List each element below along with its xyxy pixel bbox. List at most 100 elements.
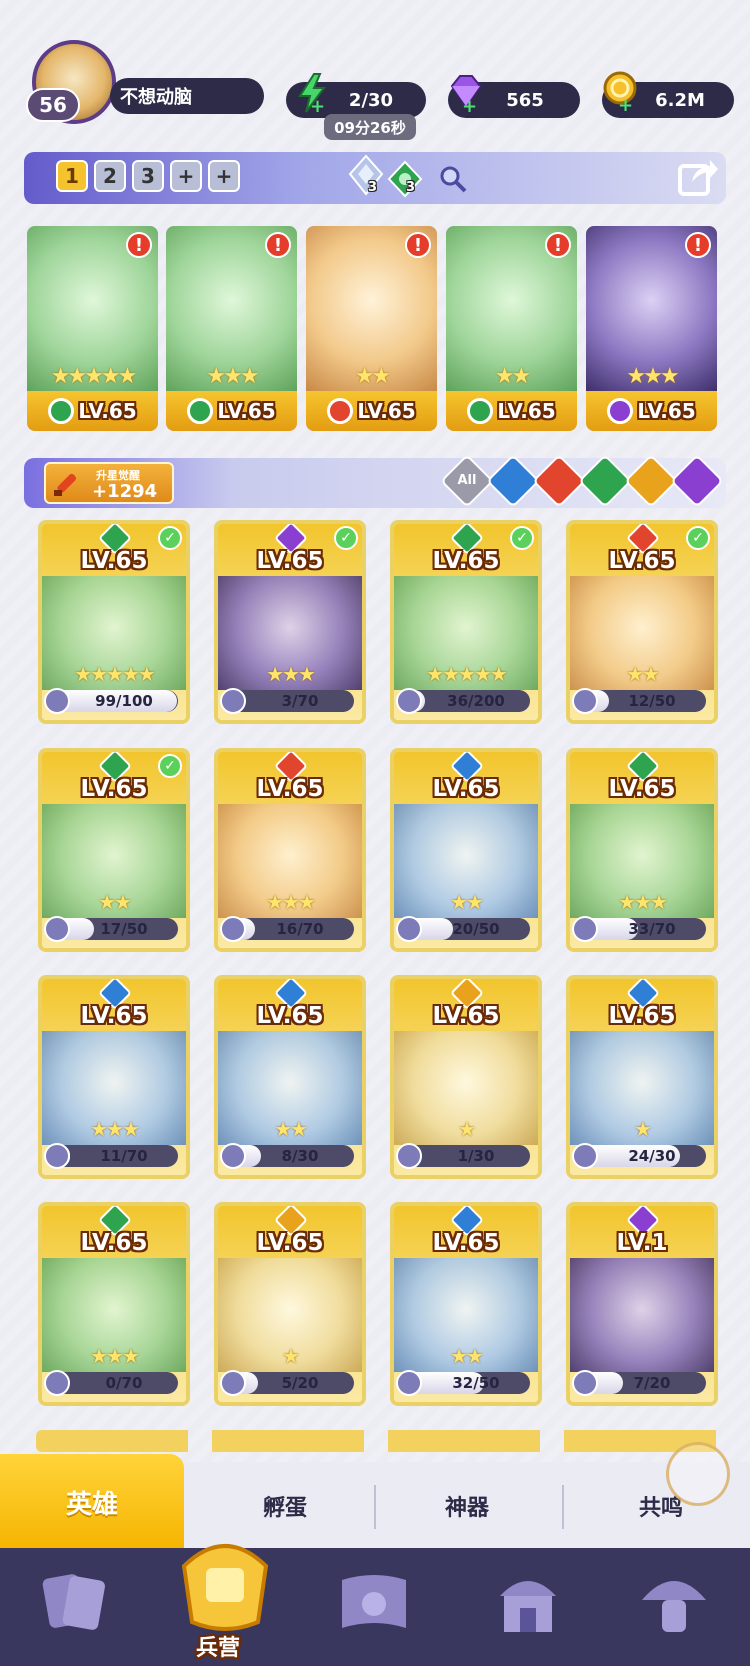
lineup-hero-card[interactable]: ! ★★★★★ LV.65	[27, 226, 158, 431]
hero-card[interactable]: ✓ LV.65 ★★★ 3/70	[214, 520, 366, 724]
svg-text:+: +	[462, 96, 477, 114]
star-rating: ★	[458, 1117, 476, 1141]
awaken-button[interactable]: 升星觉醒 +1294	[44, 462, 174, 504]
shard-icon	[220, 1143, 246, 1169]
team-slot-add-1[interactable]: +	[170, 160, 202, 192]
sword-icon	[54, 473, 77, 496]
hero-card[interactable]: LV.65 ★ 5/20	[214, 1202, 366, 1406]
fire-element-icon	[327, 398, 354, 424]
shard-icon	[572, 916, 598, 942]
gem-icon: +	[450, 75, 482, 114]
hero-level: LV.65	[78, 399, 137, 423]
star-rating: ★★★	[626, 364, 679, 389]
nav-book-icon[interactable]	[334, 1562, 414, 1642]
team-slot-3[interactable]: 3	[132, 160, 164, 192]
nav-temple-icon[interactable]	[488, 1562, 568, 1642]
shard-icon	[44, 1143, 70, 1169]
shard-icon	[220, 916, 246, 942]
hero-level: LV.65	[80, 1003, 148, 1029]
alert-icon: !	[405, 232, 431, 258]
player-name: 不想动脑	[120, 87, 192, 108]
player-level-badge: 56	[26, 88, 80, 122]
hero-card[interactable]: LV.65 ★★ 8/30	[214, 975, 366, 1179]
lineup-hero-card[interactable]: ! ★★ LV.65	[306, 226, 437, 431]
hero-card[interactable]: ✓ LV.65 ★★ 17/50	[38, 748, 190, 952]
dark-element-icon	[607, 398, 634, 424]
share-icon[interactable]	[676, 156, 720, 200]
star-rating: ★★	[274, 1117, 308, 1141]
team-buff-nature-icon[interactable]	[386, 160, 424, 198]
nav-cards-icon[interactable]	[36, 1562, 116, 1642]
star-rating: ★★★	[266, 662, 316, 686]
nature-element-icon	[467, 398, 494, 424]
team-slot-2[interactable]: 2	[94, 160, 126, 192]
team-buff-light-icon[interactable]	[346, 154, 386, 200]
tab-artifacts[interactable]: 神器	[392, 1462, 542, 1550]
awaken-value: +1294	[92, 481, 158, 502]
hero-card[interactable]: LV.65 ★★★ 0/70	[38, 1202, 190, 1406]
nav-barracks[interactable]: 兵营	[166, 1526, 284, 1666]
shard-icon	[396, 916, 422, 942]
hero-level: LV.65	[256, 1230, 324, 1256]
shard-icon	[44, 916, 70, 942]
player-name-plate[interactable]: 不想动脑	[110, 78, 264, 114]
hero-card[interactable]: LV.65 ★★★ 16/70	[214, 748, 366, 952]
star-rating: ★★★	[90, 1117, 140, 1141]
shard-icon	[44, 1370, 70, 1396]
alert-icon: !	[126, 232, 152, 258]
tab-heroes[interactable]: 英雄	[0, 1454, 184, 1550]
check-icon: ✓	[510, 526, 534, 550]
shard-icon	[220, 1370, 246, 1396]
hero-card[interactable]: ✓ LV.65 ★★★★★ 99/100	[38, 520, 190, 724]
alert-icon: !	[545, 232, 571, 258]
magnifier-icon[interactable]	[438, 164, 468, 194]
check-icon: ✓	[686, 526, 710, 550]
star-rating: ★	[634, 1117, 652, 1141]
sub-tab-divider	[562, 1485, 564, 1529]
star-rating: ★	[282, 1344, 300, 1368]
hero-card[interactable]: LV.65 ★★★ 33/70	[566, 748, 718, 952]
hero-level: LV.65	[357, 399, 416, 423]
team-slot-add-2[interactable]: +	[208, 160, 240, 192]
floating-assist-button[interactable]	[666, 1442, 730, 1506]
team-slot-1[interactable]: 1	[56, 160, 88, 192]
gold-coin-icon: +	[603, 71, 637, 112]
hero-row-peek	[36, 1430, 726, 1452]
star-rating: ★★★	[206, 364, 259, 389]
lineup-hero-card[interactable]: ! ★★★ LV.65	[586, 226, 717, 431]
energy-timer: 09分26秒	[324, 114, 416, 140]
star-rating: ★★	[354, 364, 391, 389]
hero-card[interactable]: LV.65 ★★ 20/50	[390, 748, 542, 952]
hero-card[interactable]: ✓ LV.65 ★★★★★ 36/200	[390, 520, 542, 724]
lineup-hero-card[interactable]: ! ★★★ LV.65	[166, 226, 297, 431]
energy-icon: +	[298, 73, 326, 114]
svg-text:+: +	[618, 95, 633, 112]
star-rating: ★★★	[618, 890, 668, 914]
team-buff-light-count: 3	[368, 180, 378, 195]
nav-mushroom-icon[interactable]	[634, 1562, 714, 1642]
hero-level: LV.1	[616, 1230, 668, 1256]
lineup-level-bar: LV.65	[586, 391, 717, 431]
nature-element-icon	[48, 398, 75, 424]
hero-card[interactable]: LV.1 7/20	[566, 1202, 718, 1406]
star-rating: ★★	[450, 890, 484, 914]
hero-card[interactable]: LV.65 ★★★ 11/70	[38, 975, 190, 1179]
hero-card[interactable]: LV.65 ★ 24/30	[566, 975, 718, 1179]
alert-icon: !	[265, 232, 291, 258]
hero-card[interactable]: LV.65 ★★ 32/50	[390, 1202, 542, 1406]
hero-level: LV.65	[432, 548, 500, 574]
lineup-hero-card[interactable]: ! ★★ LV.65	[446, 226, 577, 431]
hero-portrait	[570, 1258, 714, 1372]
hero-card[interactable]: ✓ LV.65 ★★ 12/50	[566, 520, 718, 724]
hero-card[interactable]: LV.65 ★ 1/30	[390, 975, 542, 1179]
lineup-level-bar: LV.65	[27, 391, 158, 431]
hero-level: LV.65	[80, 1230, 148, 1256]
hero-level: LV.65	[637, 399, 696, 423]
shard-icon	[572, 1370, 598, 1396]
shard-icon	[396, 1143, 422, 1169]
gem-value: 565	[506, 89, 544, 111]
lineup-level-bar: LV.65	[166, 391, 297, 431]
shard-icon	[396, 1370, 422, 1396]
hero-level: LV.65	[80, 548, 148, 574]
tab-heroes-label: 英雄	[65, 1489, 118, 1520]
